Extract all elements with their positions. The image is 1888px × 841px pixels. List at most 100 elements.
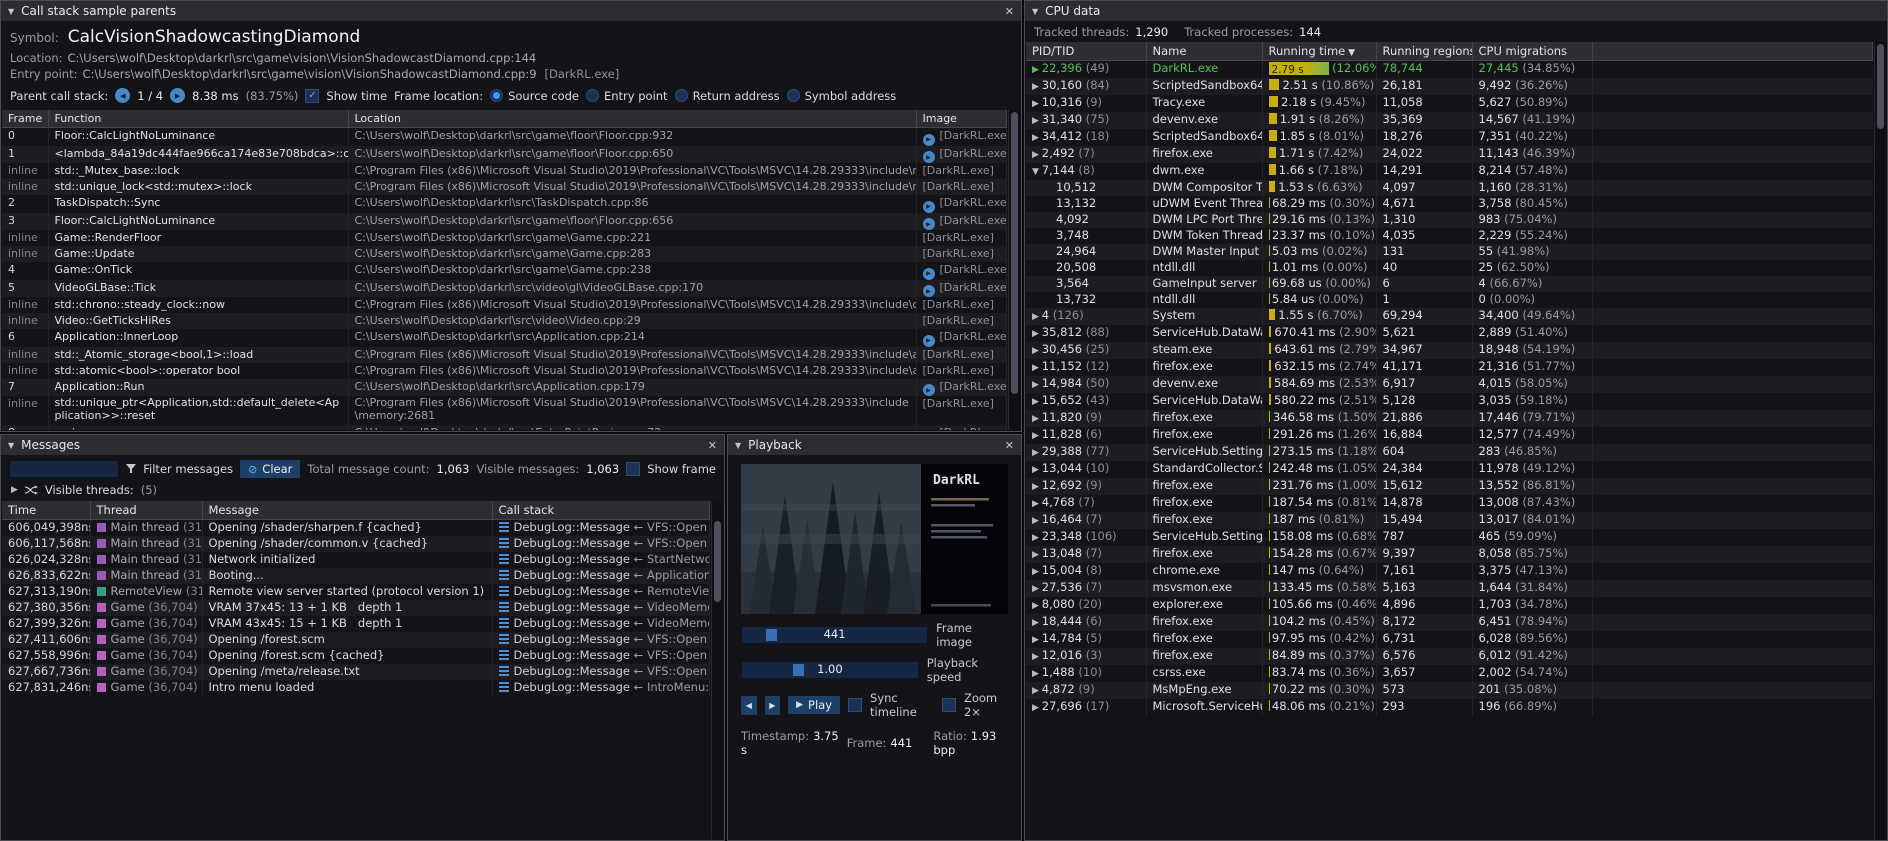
callstack-frame-row[interactable]: inlinestd::unique_lock<std::mutex>::lock… [2, 179, 1007, 195]
callstack-frame-row[interactable]: 1<lambda_84a19dc444fae966ca174e83e708bdc… [2, 146, 1007, 164]
cpu-process-row[interactable]: ▶ 11,820 (9)firefox.exe346.58 ms (1.50%)… [1026, 410, 1873, 427]
expand-row-icon[interactable]: ▶ [1032, 686, 1042, 696]
expand-row-icon[interactable]: ▶ [1032, 150, 1042, 160]
cpu-column-header[interactable]: Running time ▼ [1262, 42, 1376, 61]
cpu-process-row[interactable]: ▶ 27,536 (7)msvsmon.exe133.45 ms (0.58%)… [1026, 580, 1873, 597]
collapse-icon[interactable]: ▼ [8, 7, 14, 16]
message-row[interactable]: 626,024,328nsMain thread (31,596)Network… [2, 552, 710, 568]
frame-location-radio[interactable]: Return address [675, 89, 780, 103]
filter-input[interactable] [9, 460, 119, 478]
message-row[interactable]: 627,380,356nsGame (36,704)VRAM 37x45: 13… [2, 600, 710, 616]
callstack-scrollbar-thumb[interactable] [1011, 112, 1018, 394]
callstack-frame-row[interactable]: inlinestd::unique_ptr<Application,std::d… [2, 396, 1007, 425]
callstack-column-header[interactable]: Function [48, 110, 348, 128]
callstack-frame-row[interactable]: inlineVideo::GetTicksHiResC:\Users\wolf\… [2, 313, 1007, 329]
expand-row-icon[interactable]: ▶ [1032, 465, 1042, 475]
goto-sample-icon[interactable]: ▶ [923, 335, 935, 347]
cpu-thread-row[interactable]: 13,132uDWM Event Thread68.29 ms (0.30%)4… [1026, 196, 1873, 212]
expand-row-icon[interactable]: ▶ [1032, 703, 1042, 713]
callstack-frame-row[interactable]: 4Game::OnTickC:\Users\wolf\Desktop\darkr… [2, 262, 1007, 280]
goto-sample-icon[interactable]: ▶ [923, 218, 935, 230]
cpu-thread-row[interactable]: 3,748DWM Token Thread23.37 ms (0.10%)4,0… [1026, 228, 1873, 244]
cpu-process-row[interactable]: ▶ 12,016 (3)firefox.exe84.89 ms (0.37%)6… [1026, 648, 1873, 665]
sync-timeline-checkbox[interactable]: ✓ [848, 698, 862, 712]
message-row[interactable]: 627,399,326nsGame (36,704)VRAM 43x45: 15… [2, 616, 710, 632]
show-time-checkbox[interactable]: ✓ [305, 89, 319, 103]
goto-sample-icon[interactable]: ▶ [923, 201, 935, 213]
cpu-process-row[interactable]: ▶ 34,412 (18)ScriptedSandbox64.exe1.85 s… [1026, 129, 1873, 146]
goto-sample-icon[interactable]: ▶ [923, 134, 935, 146]
callstack-column-header[interactable]: Location [348, 110, 916, 128]
messages-column-header[interactable]: Call stack [492, 501, 710, 520]
messages-column-header[interactable]: Thread [90, 501, 202, 520]
cpu-column-header[interactable]: CPU migrations [1472, 42, 1592, 61]
expand-row-icon[interactable]: ▶ [1032, 550, 1042, 560]
expand-row-icon[interactable]: ▶ [1032, 363, 1042, 373]
callstack-frame-row[interactable]: inlinestd::atomic<bool>::operator boolC:… [2, 363, 1007, 379]
cpu-process-row[interactable]: ▶ 8,080 (20)explorer.exe105.66 ms (0.46%… [1026, 597, 1873, 614]
prev-parent-button[interactable]: ◀ [115, 88, 130, 103]
collapse-icon[interactable]: ▼ [8, 441, 14, 450]
expand-row-icon[interactable]: ▶ [1032, 533, 1042, 543]
cpu-thread-row[interactable]: 13,732ntdll.dll5.84 us (0.00%)10 (0.00%) [1026, 292, 1873, 308]
cpu-process-row[interactable]: ▶ 16,464 (7)firefox.exe187 ms (0.81%)15,… [1026, 512, 1873, 529]
expand-row-icon[interactable]: ▶ [1032, 65, 1042, 75]
expand-row-icon[interactable]: ▶ [1032, 329, 1042, 339]
cpu-process-row[interactable]: ▶ 2,492 (7)firefox.exe1.71 s (7.42%)24,0… [1026, 146, 1873, 163]
goto-sample-icon[interactable]: ▶ [923, 268, 935, 280]
cpu-process-row[interactable]: ▶ 35,812 (88)ServiceHub.DataWarehouseHos… [1026, 325, 1873, 342]
cpu-scrollbar-thumb[interactable] [1877, 44, 1884, 129]
callstack-frame-row[interactable]: 0Floor::CalcLightNoLuminanceC:\Users\wol… [2, 128, 1007, 146]
cpu-column-header[interactable]: Running regions [1376, 42, 1472, 61]
frame-location-radio[interactable]: Entry point [586, 89, 668, 103]
cpu-process-row[interactable]: ▶ 11,152 (12)firefox.exe632.15 ms (2.74%… [1026, 359, 1873, 376]
clear-button[interactable]: ⊘ Clear [240, 460, 300, 478]
expand-row-icon[interactable]: ▶ [1032, 133, 1042, 143]
cpu-process-row[interactable]: ▶ 13,044 (10)StandardCollector.Service.e… [1026, 461, 1873, 478]
expand-row-icon[interactable]: ▶ [1032, 346, 1042, 356]
expand-row-icon[interactable]: ▶ [1032, 99, 1042, 109]
close-icon[interactable]: ✕ [1005, 5, 1014, 18]
cpu-process-row[interactable]: ▶ 4 (126)System1.55 s (6.70%)69,29434,40… [1026, 308, 1873, 325]
callstack-frame-row[interactable]: 3Floor::CalcLightNoLuminanceC:\Users\wol… [2, 213, 1007, 231]
cpu-thread-row[interactable]: 20,508ntdll.dll1.01 ms (0.00%)4025 (62.5… [1026, 260, 1873, 276]
expand-row-icon[interactable]: ▶ [1032, 116, 1042, 126]
expand-row-icon[interactable]: ▶ [1032, 635, 1042, 645]
play-button[interactable]: ▶ Play [788, 696, 840, 714]
close-icon[interactable]: ✕ [1005, 439, 1014, 452]
callstack-frame-row[interactable]: 7Application::RunC:\Users\wolf\Desktop\d… [2, 379, 1007, 397]
next-parent-button[interactable]: ▶ [170, 88, 185, 103]
close-icon[interactable]: ✕ [708, 439, 717, 452]
message-row[interactable]: 606,049,398nsMain thread (31,596)Opening… [2, 520, 710, 536]
cpu-process-row[interactable]: ▶ 15,652 (43)ServiceHub.DataWarehouseHos… [1026, 393, 1873, 410]
cpu-process-row[interactable]: ▶ 27,696 (17)Microsoft.ServiceHub.Contro… [1026, 699, 1873, 716]
callstack-frame-row[interactable]: 2TaskDispatch::SyncC:\Users\wolf\Desktop… [2, 195, 1007, 213]
callstack-frame-row[interactable]: inlinestd::_Mutex_base::lockC:\Program F… [2, 163, 1007, 179]
callstack-frame-row[interactable]: 5VideoGLBase::TickC:\Users\wolf\Desktop\… [2, 280, 1007, 298]
cpu-process-row[interactable]: ▶ 1,488 (10)csrss.exe83.74 ms (0.36%)3,6… [1026, 665, 1873, 682]
expand-row-icon[interactable]: ▶ [1032, 652, 1042, 662]
callstack-column-header[interactable]: Image [916, 110, 1007, 128]
cpu-process-row[interactable]: ▶ 12,692 (9)firefox.exe231.76 ms (1.00%)… [1026, 478, 1873, 495]
cpu-process-row[interactable]: ▶ 29,388 (77)ServiceHub.SettingsHost.exe… [1026, 444, 1873, 461]
messages-column-header[interactable]: Time [2, 501, 90, 520]
cpu-process-row[interactable]: ▶ 13,048 (7)firefox.exe154.28 ms (0.67%)… [1026, 546, 1873, 563]
goto-sample-icon[interactable]: ▶ [923, 384, 935, 396]
expand-row-icon[interactable]: ▶ [1032, 431, 1042, 441]
callstack-frame-row[interactable]: inlineGame::RenderFloorC:\Users\wolf\Des… [2, 230, 1007, 246]
callstack-frame-row[interactable]: 8mainC:\Users\wolf\Desktop\darkrl\src\En… [2, 425, 1007, 430]
callstack-scrollbar[interactable] [1008, 110, 1020, 430]
cpu-process-row[interactable]: ▶ 4,872 (9)MsMpEng.exe70.22 ms (0.30%)57… [1026, 682, 1873, 699]
cpu-process-row[interactable]: ▶ 10,316 (9)Tracy.exe2.18 s (9.45%)11,05… [1026, 95, 1873, 112]
callstack-frame-row[interactable]: 6Application::InnerLoopC:\Users\wolf\Des… [2, 329, 1007, 347]
cpu-column-header[interactable]: Name [1146, 42, 1262, 61]
expand-row-icon[interactable]: ▶ [1032, 601, 1042, 611]
message-row[interactable]: 627,831,246nsGame (36,704)Intro menu loa… [2, 680, 710, 696]
messages-scrollbar[interactable] [711, 501, 723, 839]
prev-frame-button[interactable]: ◀ [741, 696, 757, 715]
message-row[interactable]: 627,558,996nsGame (36,704)Opening /fores… [2, 648, 710, 664]
expand-row-icon[interactable]: ▶ [1032, 380, 1042, 390]
frame-location-radio[interactable]: Source code [490, 89, 579, 103]
expand-row-icon[interactable]: ▶ [1032, 312, 1042, 322]
message-row[interactable]: 627,667,736nsGame (36,704)Opening /meta/… [2, 664, 710, 680]
